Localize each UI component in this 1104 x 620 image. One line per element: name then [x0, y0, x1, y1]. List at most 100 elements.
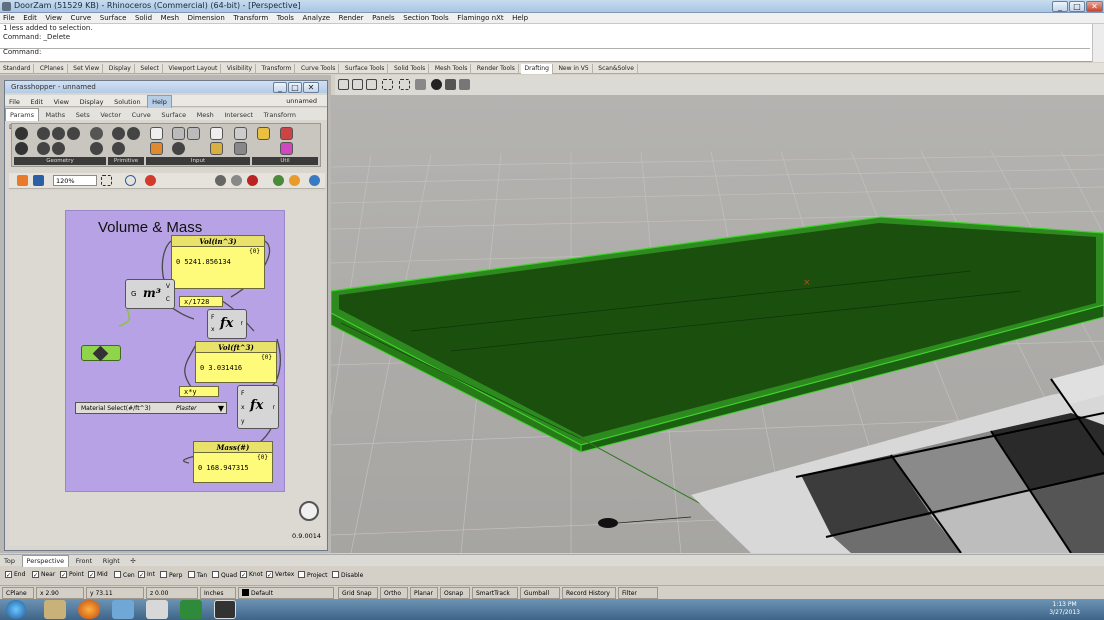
input-graph-icon[interactable] — [210, 127, 223, 140]
toggle-grid-snap[interactable]: Grid Snap — [338, 587, 378, 599]
menu-transform[interactable]: Transform — [230, 13, 271, 24]
menu-mesh[interactable]: Mesh — [158, 13, 182, 24]
util-flask-icon[interactable] — [280, 142, 293, 155]
param-line-icon[interactable] — [37, 142, 50, 155]
tab-drafting[interactable]: Drafting — [521, 64, 553, 74]
close-button[interactable]: ✕ — [1086, 1, 1103, 12]
grasshopper-window[interactable]: Grasshopper - unnamed _ □ ✕ File Edit Vi… — [4, 80, 328, 551]
open-file-icon[interactable] — [17, 175, 28, 186]
input-gradient-icon[interactable] — [210, 142, 223, 155]
viewport-scene[interactable]: × — [331, 95, 1104, 553]
tab-visibility[interactable]: Visibility — [224, 64, 256, 74]
gh-tab-mesh[interactable]: Mesh — [193, 109, 218, 121]
osnap-point[interactable]: ✓ Point — [60, 571, 84, 579]
osnap-knot[interactable]: ✓ Knot — [240, 571, 263, 579]
gh-tab-transform[interactable]: Transform — [260, 109, 300, 121]
panel-vol-in3[interactable]: Vol(in^3) {0} 0 5241.856134 — [171, 235, 265, 289]
globe-icon[interactable] — [309, 175, 320, 186]
print-icon[interactable] — [445, 79, 456, 90]
zoom-field[interactable]: 120% — [53, 175, 97, 186]
gh-close-button[interactable]: ✕ — [303, 82, 319, 93]
menu-surface[interactable]: Surface — [97, 13, 130, 24]
tab-new-in-v5[interactable]: New in V5 — [555, 64, 593, 74]
command-prompt[interactable]: Command: — [0, 48, 1104, 57]
select-window-icon[interactable] — [382, 79, 393, 90]
tab-display[interactable]: Display — [106, 64, 135, 74]
osnap-mid[interactable]: ✓ Mid — [88, 571, 108, 579]
tab-set-view[interactable]: Set View — [70, 64, 104, 74]
gh-menu-help[interactable]: Help — [147, 95, 172, 109]
gh-menu-display[interactable]: Display — [76, 96, 108, 108]
preview-eye-icon[interactable] — [125, 175, 136, 186]
menu-flamingo[interactable]: Flamingo nXt — [454, 13, 506, 24]
dimension-icon[interactable] — [338, 79, 349, 90]
preview-wire-icon[interactable] — [215, 175, 226, 186]
maximize-button[interactable]: □ — [1069, 1, 1085, 12]
angle-icon[interactable] — [366, 79, 377, 90]
osnap-near[interactable]: ✓ Near — [32, 571, 55, 579]
menu-solid[interactable]: Solid — [132, 13, 155, 24]
toggle-smarttrack[interactable]: SmartTrack — [472, 587, 518, 599]
input-toggle-icon[interactable] — [187, 127, 200, 140]
osnap-quad[interactable]: Quad — [212, 571, 237, 579]
util-jump-icon[interactable] — [234, 127, 247, 140]
util-scribble-icon[interactable] — [257, 127, 270, 140]
rhino-app-icon[interactable] — [2, 2, 11, 11]
excel-icon[interactable] — [180, 600, 202, 619]
expression-x1728[interactable]: x/1728 — [179, 296, 223, 307]
firefox-icon[interactable] — [78, 600, 100, 619]
tab-solid-tools[interactable]: Solid Tools — [391, 64, 430, 74]
sketch-pen-icon[interactable] — [145, 175, 156, 186]
panel-mass[interactable]: Mass(#) {0} 0 168.947315 — [193, 441, 273, 483]
expression-component-1[interactable]: F x fx r — [207, 309, 247, 339]
util-cluster-icon[interactable] — [234, 142, 247, 155]
menu-tools[interactable]: Tools — [274, 13, 297, 24]
gh-menu-solution[interactable]: Solution — [110, 96, 144, 108]
menu-curve[interactable]: Curve — [68, 13, 95, 24]
navigation-widget-icon[interactable] — [299, 501, 319, 521]
radius-icon[interactable] — [352, 79, 363, 90]
osnap-vertex[interactable]: ✓ Vertex — [266, 571, 294, 579]
osnap-project[interactable]: Project — [298, 571, 328, 579]
osnap-tan[interactable]: Tan — [188, 571, 207, 579]
minimize-button[interactable]: _ — [1052, 1, 1068, 12]
toggle-filter[interactable]: Filter — [618, 587, 658, 599]
tab-surface-tools[interactable]: Surface Tools — [342, 64, 389, 74]
param-arc-icon[interactable] — [67, 127, 80, 140]
tab-mesh-tools[interactable]: Mesh Tools — [432, 64, 472, 74]
add-viewport-tab-icon[interactable]: ✢ — [126, 556, 139, 567]
menu-analyze[interactable]: Analyze — [300, 13, 334, 24]
menu-section-tools[interactable]: Section Tools — [400, 13, 451, 24]
osnap-end[interactable]: ✓ End — [5, 571, 25, 579]
preview-shaded-icon[interactable] — [231, 175, 242, 186]
preview-selected-icon[interactable] — [247, 175, 258, 186]
bake-icon[interactable] — [273, 175, 284, 186]
volume-component[interactable]: G m³ V C — [125, 279, 175, 309]
explorer-icon[interactable] — [44, 600, 66, 619]
gh-tab-vector[interactable]: Vector — [96, 109, 125, 121]
zoom-extents-icon[interactable] — [101, 175, 112, 186]
param-curve-icon[interactable] — [90, 127, 103, 140]
grasshopper-taskbar-icon[interactable] — [214, 600, 236, 619]
menu-panels[interactable]: Panels — [369, 13, 398, 24]
perspective-viewport[interactable]: × — [331, 95, 1104, 553]
gh-maximize-button[interactable]: □ — [288, 82, 302, 93]
panel-vol-ft3[interactable]: Vol(ft^3) {0} 0 3.031416 — [195, 341, 277, 383]
viewport-tab-right[interactable]: Right — [99, 556, 124, 567]
expression-xy[interactable]: x*y — [179, 386, 219, 397]
osnap-perp[interactable]: Perp — [160, 571, 182, 579]
render-sphere-icon[interactable] — [289, 175, 300, 186]
param-point-icon[interactable] — [15, 127, 28, 140]
grasshopper-titlebar[interactable]: Grasshopper - unnamed _ □ ✕ — [5, 81, 327, 93]
tab-scan-solve[interactable]: Scan&Solve — [595, 64, 638, 74]
grasshopper-canvas[interactable]: Volume & Mass Vol(in^3) {0} 0 5241.85613… — [9, 191, 325, 546]
status-cplane[interactable]: CPlane — [2, 587, 34, 599]
osnap-cen[interactable]: Cen — [114, 571, 135, 579]
param-box-icon[interactable] — [52, 142, 65, 155]
ribbon-category-primitive[interactable]: Primitive — [108, 157, 144, 165]
outlook-icon[interactable] — [112, 600, 134, 619]
tab-standard[interactable]: Standard — [0, 64, 35, 74]
tab-render-tools[interactable]: Render Tools — [474, 64, 519, 74]
block-icon[interactable] — [415, 79, 426, 90]
toggle-planar[interactable]: Planar — [410, 587, 438, 599]
